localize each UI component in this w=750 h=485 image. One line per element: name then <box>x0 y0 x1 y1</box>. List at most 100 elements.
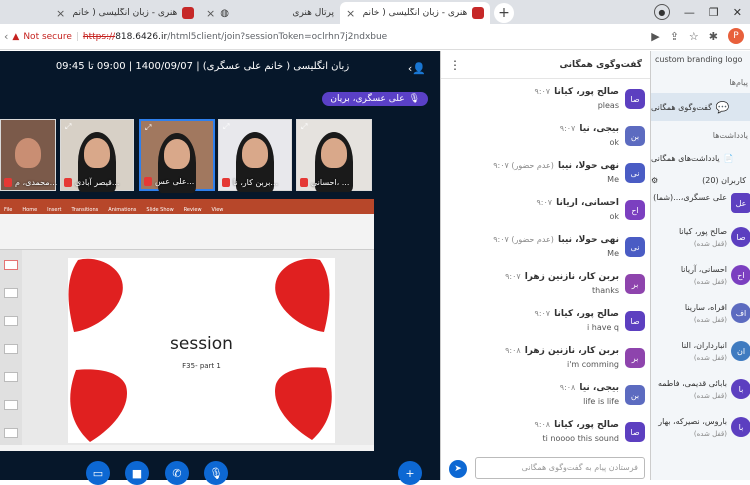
user-item[interactable]: با باروس، نصیرکه، بهار (قفل شده) <box>651 413 750 447</box>
webcam-thumbnail[interactable]: ⤢ احسانی، ... <box>296 119 372 192</box>
sender-name: صالح پور، کیانا <box>554 87 619 97</box>
public-chat-link[interactable]: 💬 گفت‌وگوی همگانی <box>651 93 750 121</box>
user-item[interactable]: اح احسانی، آریانا (قفل شده) <box>651 261 750 295</box>
back-icon[interactable]: ‹ <box>4 30 8 43</box>
settings-gear-icon[interactable]: ⚙ <box>651 176 658 185</box>
user-list-sidebar: custom branding logo پیام‌ها 💬 گفت‌وگوی … <box>650 51 750 480</box>
message-time: ۹:۰۸ <box>505 346 521 355</box>
avatar: بر <box>625 274 645 294</box>
users-list: عل علی عسگری،...(شما) صا صالح پور، کیانا… <box>651 185 750 455</box>
url-field[interactable]: https://818.6426.ir/html5client/join?ses… <box>83 32 387 42</box>
record-icon[interactable]: ● <box>653 4 670 20</box>
chat-message: صا صالح پور، کیانا۹:۰۸ ti noooo this sou… <box>441 416 651 456</box>
presentation-stage: زبان انگلیسی ( خانم علی عسگری) | 1400/09… <box>0 51 440 485</box>
message-text: Me <box>607 249 619 258</box>
webcam-thumbnail[interactable]: ⤢ قیصر آبادی... <box>60 119 134 192</box>
shared-notes-link[interactable]: 📄 یادداشت‌های همگانی <box>651 148 750 168</box>
avatar: نی <box>625 163 645 183</box>
close-window-icon[interactable]: ✕ <box>733 6 742 19</box>
browser-tab-3[interactable]: × هنری - زبان انگلیسی ( خانم های ه... <box>340 2 490 24</box>
phone-button[interactable]: ✆ <box>165 461 189 485</box>
share-screen-button[interactable]: ▭ <box>86 461 110 485</box>
browser-tab-1[interactable]: × هنری - زبان انگلیسی ( خانم علی عس... <box>50 2 200 24</box>
ribbon-tab: Home <box>22 207 38 213</box>
chat-input[interactable]: فرستادن پیام به گفت‌وگوی همگانی <box>475 457 645 479</box>
sender-name: صالح پور، کیانا <box>554 420 619 430</box>
share-icon[interactable]: ⇪ <box>670 30 679 43</box>
webcam-name: بربن کار، نا... <box>233 178 279 187</box>
close-tab-icon[interactable]: × <box>206 7 215 20</box>
address-bar: ‹ ▲ Not secure | https://818.6426.ir/htm… <box>0 24 750 50</box>
url-path: /html5client/join?sessionToken=oclrhn7j2… <box>167 31 388 42</box>
browser-tab-2[interactable]: × ◍ پرتال هنری <box>200 2 340 24</box>
sender-name: بربن کار، نازنین زهرا <box>524 346 619 356</box>
user-item[interactable]: با بابائی قدیمی، فاطمه (قفل شده) <box>651 375 750 409</box>
user-status: (قفل شده) <box>693 278 727 286</box>
custom-branding: custom branding logo <box>655 55 743 64</box>
expand-icon[interactable]: ⤢ <box>223 122 229 132</box>
new-tab-button[interactable]: + <box>494 3 514 23</box>
heart-icon <box>70 369 128 442</box>
public-chat-label: گفت‌وگوی همگانی <box>651 102 712 112</box>
ribbon-tab: Review <box>183 207 202 213</box>
presenter-badge: 🎙 علی عسگری، بریان <box>322 92 428 106</box>
user-item[interactable]: صا صالح پور، کیانا (قفل شده) <box>651 223 750 257</box>
message-text: i have q <box>586 323 619 332</box>
sender-name: نهی حولا، نیبا <box>557 235 619 245</box>
sender-name: نهی حولا، نیبا <box>557 161 619 171</box>
user-status: (قفل شده) <box>693 354 727 362</box>
not-secure-label[interactable]: Not secure <box>23 32 72 42</box>
slide-thumb <box>4 400 18 410</box>
expand-icon[interactable]: ⤢ <box>145 123 151 133</box>
minimize-icon[interactable]: — <box>684 6 695 19</box>
expand-icon[interactable]: ⤢ <box>65 122 71 132</box>
close-tab-icon[interactable]: × <box>346 7 355 20</box>
microphone-button[interactable]: 🎙 <box>204 461 228 485</box>
heart-icon <box>275 258 330 332</box>
chat-message: بن بیجی، نیا۹:۰۷ ok <box>441 120 651 160</box>
extensions-icon[interactable]: ✱ <box>709 30 718 43</box>
expand-icon[interactable]: ⤢ <box>301 122 307 132</box>
users-toggle-icon[interactable]: ‹👤 <box>408 62 426 75</box>
avatar: اف <box>731 303 750 323</box>
user-item[interactable]: ان انبارداران، النا (قفل شده) <box>651 337 750 371</box>
users-header: کاربران (20) ⚙ <box>651 176 750 185</box>
chat-bubble-icon: 💬 <box>715 100 730 114</box>
camera-button[interactable]: ■ <box>125 461 149 485</box>
chat-message: بن بیجی، نیا۹:۰۸ life is life <box>441 379 651 419</box>
user-status: (قفل شده) <box>693 392 727 400</box>
send-button[interactable]: ➤ <box>449 460 467 478</box>
presenter-name: علی عسگری، بریان <box>330 94 405 104</box>
message-text: ok <box>609 138 619 147</box>
close-tab-icon[interactable]: × <box>56 7 65 20</box>
webcam-thumbnail[interactable]: ⤢ علی عس... <box>139 119 215 193</box>
webcam-name: علی عس... <box>155 177 195 186</box>
message-time: ۹:۰۷ <box>534 87 551 96</box>
user-item[interactable]: عل علی عسگری،...(شما) <box>651 189 750 223</box>
message-time: ۹:۰۷ <box>559 124 576 133</box>
actions-plus-button[interactable]: + <box>398 461 422 485</box>
message-time: ۹:۰۷ <box>536 198 553 207</box>
mute-icon <box>222 178 230 187</box>
profile-avatar[interactable]: P <box>728 28 744 44</box>
webcam-thumbnail[interactable]: ⤢ بربن کار، نا... <box>218 119 292 192</box>
webcam-name: محمدی، م... <box>15 178 58 187</box>
star-icon[interactable]: ☆ <box>689 30 699 43</box>
message-time: (عدم حضور) ۹:۰۷ <box>493 161 554 170</box>
user-item[interactable]: اف افراه، سارینا (قفل شده) <box>651 299 750 333</box>
slide-thumb <box>4 344 18 354</box>
chat-message-list: صا صالح پور، کیانا۹:۰۷ pleas بن بیجی، نی… <box>441 83 651 458</box>
warning-icon[interactable]: ▲ <box>12 32 19 42</box>
camera-icon[interactable]: ▶ <box>651 30 659 43</box>
mute-icon <box>64 178 72 187</box>
toolbar-icons: ▶ ⇪ ☆ ✱ P <box>651 28 744 44</box>
chat-menu-icon[interactable]: ⋮ <box>449 58 461 72</box>
chat-message: نی نهی حولا، نیبا(عدم حضور) ۹:۰۷ Me <box>441 231 651 271</box>
user-name: احسانی، آریانا <box>680 265 727 274</box>
notes-section-title: یادداشت‌ها <box>712 131 748 140</box>
maximize-icon[interactable]: ❐ <box>709 6 719 19</box>
avatar: نی <box>625 237 645 257</box>
webcam-thumbnail[interactable]: محمدی، م... <box>0 119 58 191</box>
ribbon-tab: Animations <box>108 207 137 213</box>
tab-title: هنری - زبان انگلیسی ( خانم علی عس... <box>70 8 178 18</box>
